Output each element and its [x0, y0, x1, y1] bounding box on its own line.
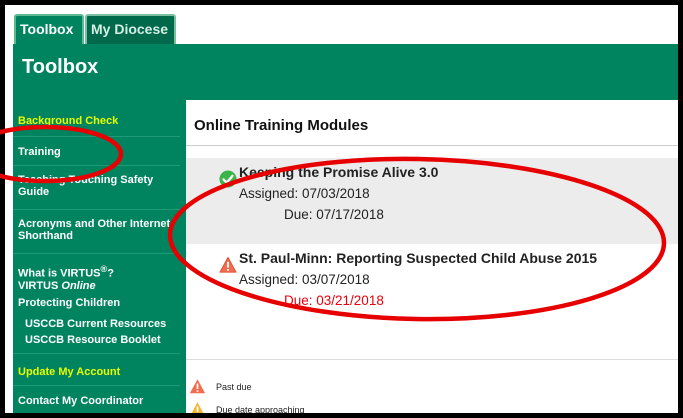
sidebar-item-teaching-touching-safety[interactable]: Teaching Touching Safety Guide [13, 174, 180, 210]
sidebar-item-update-account[interactable]: Update My Account [13, 366, 180, 386]
sidebar-item-virtus-online[interactable]: VIRTUS Online [13, 280, 180, 292]
module-title[interactable]: Keeping the Promise Alive 3.0 [239, 164, 438, 180]
page-header: Toolbox [13, 44, 678, 90]
sidebar-item-label: VIRTUS [18, 280, 59, 292]
module-assigned-date: Assigned: 03/07/2018 [239, 272, 370, 287]
sidebar-item-label: USCCB Resource Booklet [25, 334, 161, 346]
sidebar-item-label-line2: Guide [18, 186, 50, 198]
panel-title: Online Training Modules [194, 117, 369, 134]
sidebar-item-training[interactable]: Training [13, 146, 180, 166]
legend-label: Due date approaching [216, 405, 305, 413]
divider [186, 145, 678, 146]
module-row[interactable]: Keeping the Promise Alive 3.0 Assigned: … [186, 158, 678, 244]
sidebar-item-protecting-children[interactable]: Protecting Children [13, 297, 180, 309]
tab-bar: Toolbox My Diocese [5, 5, 678, 44]
module-due-date: Due: 07/17/2018 [284, 207, 384, 222]
module-title[interactable]: St. Paul-Minn: Reporting Suspected Child… [239, 250, 597, 266]
sidebar-item-label: Protecting Children [18, 297, 121, 309]
tab-toolbox[interactable]: Toolbox [14, 14, 84, 44]
training-panel: Online Training Modules Keeping the Prom… [186, 100, 678, 413]
check-icon [219, 170, 237, 188]
sidebar-item-label: USCCB Current Resources [25, 318, 167, 330]
sidebar-item-acronyms[interactable]: Acronyms and Other Internet Shorthand [13, 218, 180, 254]
warning-icon [219, 256, 237, 273]
sidebar-item-what-is-virtus[interactable]: What is VIRTUS®? [13, 263, 180, 280]
warning-red-icon [189, 379, 206, 394]
legend-label: Past due [216, 382, 252, 392]
sidebar-item-label: Update My Account [18, 366, 121, 378]
legend-item-due-soon: Due date approaching [191, 402, 305, 413]
sidebar-item-label-line1: Teaching Touching Safety [18, 174, 154, 186]
question-mark: ? [107, 267, 114, 280]
sidebar-item-label: What is VIRTUS [18, 267, 101, 280]
sidebar-item-label-line2: Shorthand [18, 230, 73, 242]
warning-yellow-icon [191, 402, 204, 413]
module-assigned-date: Assigned: 07/03/2018 [239, 186, 370, 201]
sidebar-item-usccb-booklet[interactable]: USCCB Resource Booklet [13, 334, 180, 354]
sidebar-item-usccb-current[interactable]: USCCB Current Resources [13, 318, 180, 330]
sidebar-item-label-italic: Online [61, 280, 96, 292]
module-due-date: Due: 03/21/2018 [284, 293, 384, 308]
sidebar-item-label: Training [18, 146, 61, 158]
divider [186, 359, 678, 360]
sidebar-item-label: Background Check [18, 115, 119, 127]
page-title: Toolbox [22, 56, 99, 78]
sidebar-item-label-line1: Acronyms and Other Internet [18, 218, 171, 230]
module-row[interactable]: St. Paul-Minn: Reporting Suspected Child… [186, 244, 678, 330]
app-frame: Toolbox My Diocese Toolbox Background Ch… [5, 5, 678, 413]
main-content: Online Training Modules Keeping the Prom… [180, 90, 678, 413]
sidebar-item-background-check[interactable]: Background Check [13, 115, 180, 137]
sidebar: Background Check Training Teaching Touch… [13, 90, 180, 413]
sidebar-item-contact-coordinator[interactable]: Contact My Coordinator [13, 395, 180, 407]
sidebar-item-label: Contact My Coordinator [18, 395, 144, 407]
tab-my-diocese[interactable]: My Diocese [85, 14, 176, 44]
legend-item-past-due: Past due [189, 379, 252, 394]
